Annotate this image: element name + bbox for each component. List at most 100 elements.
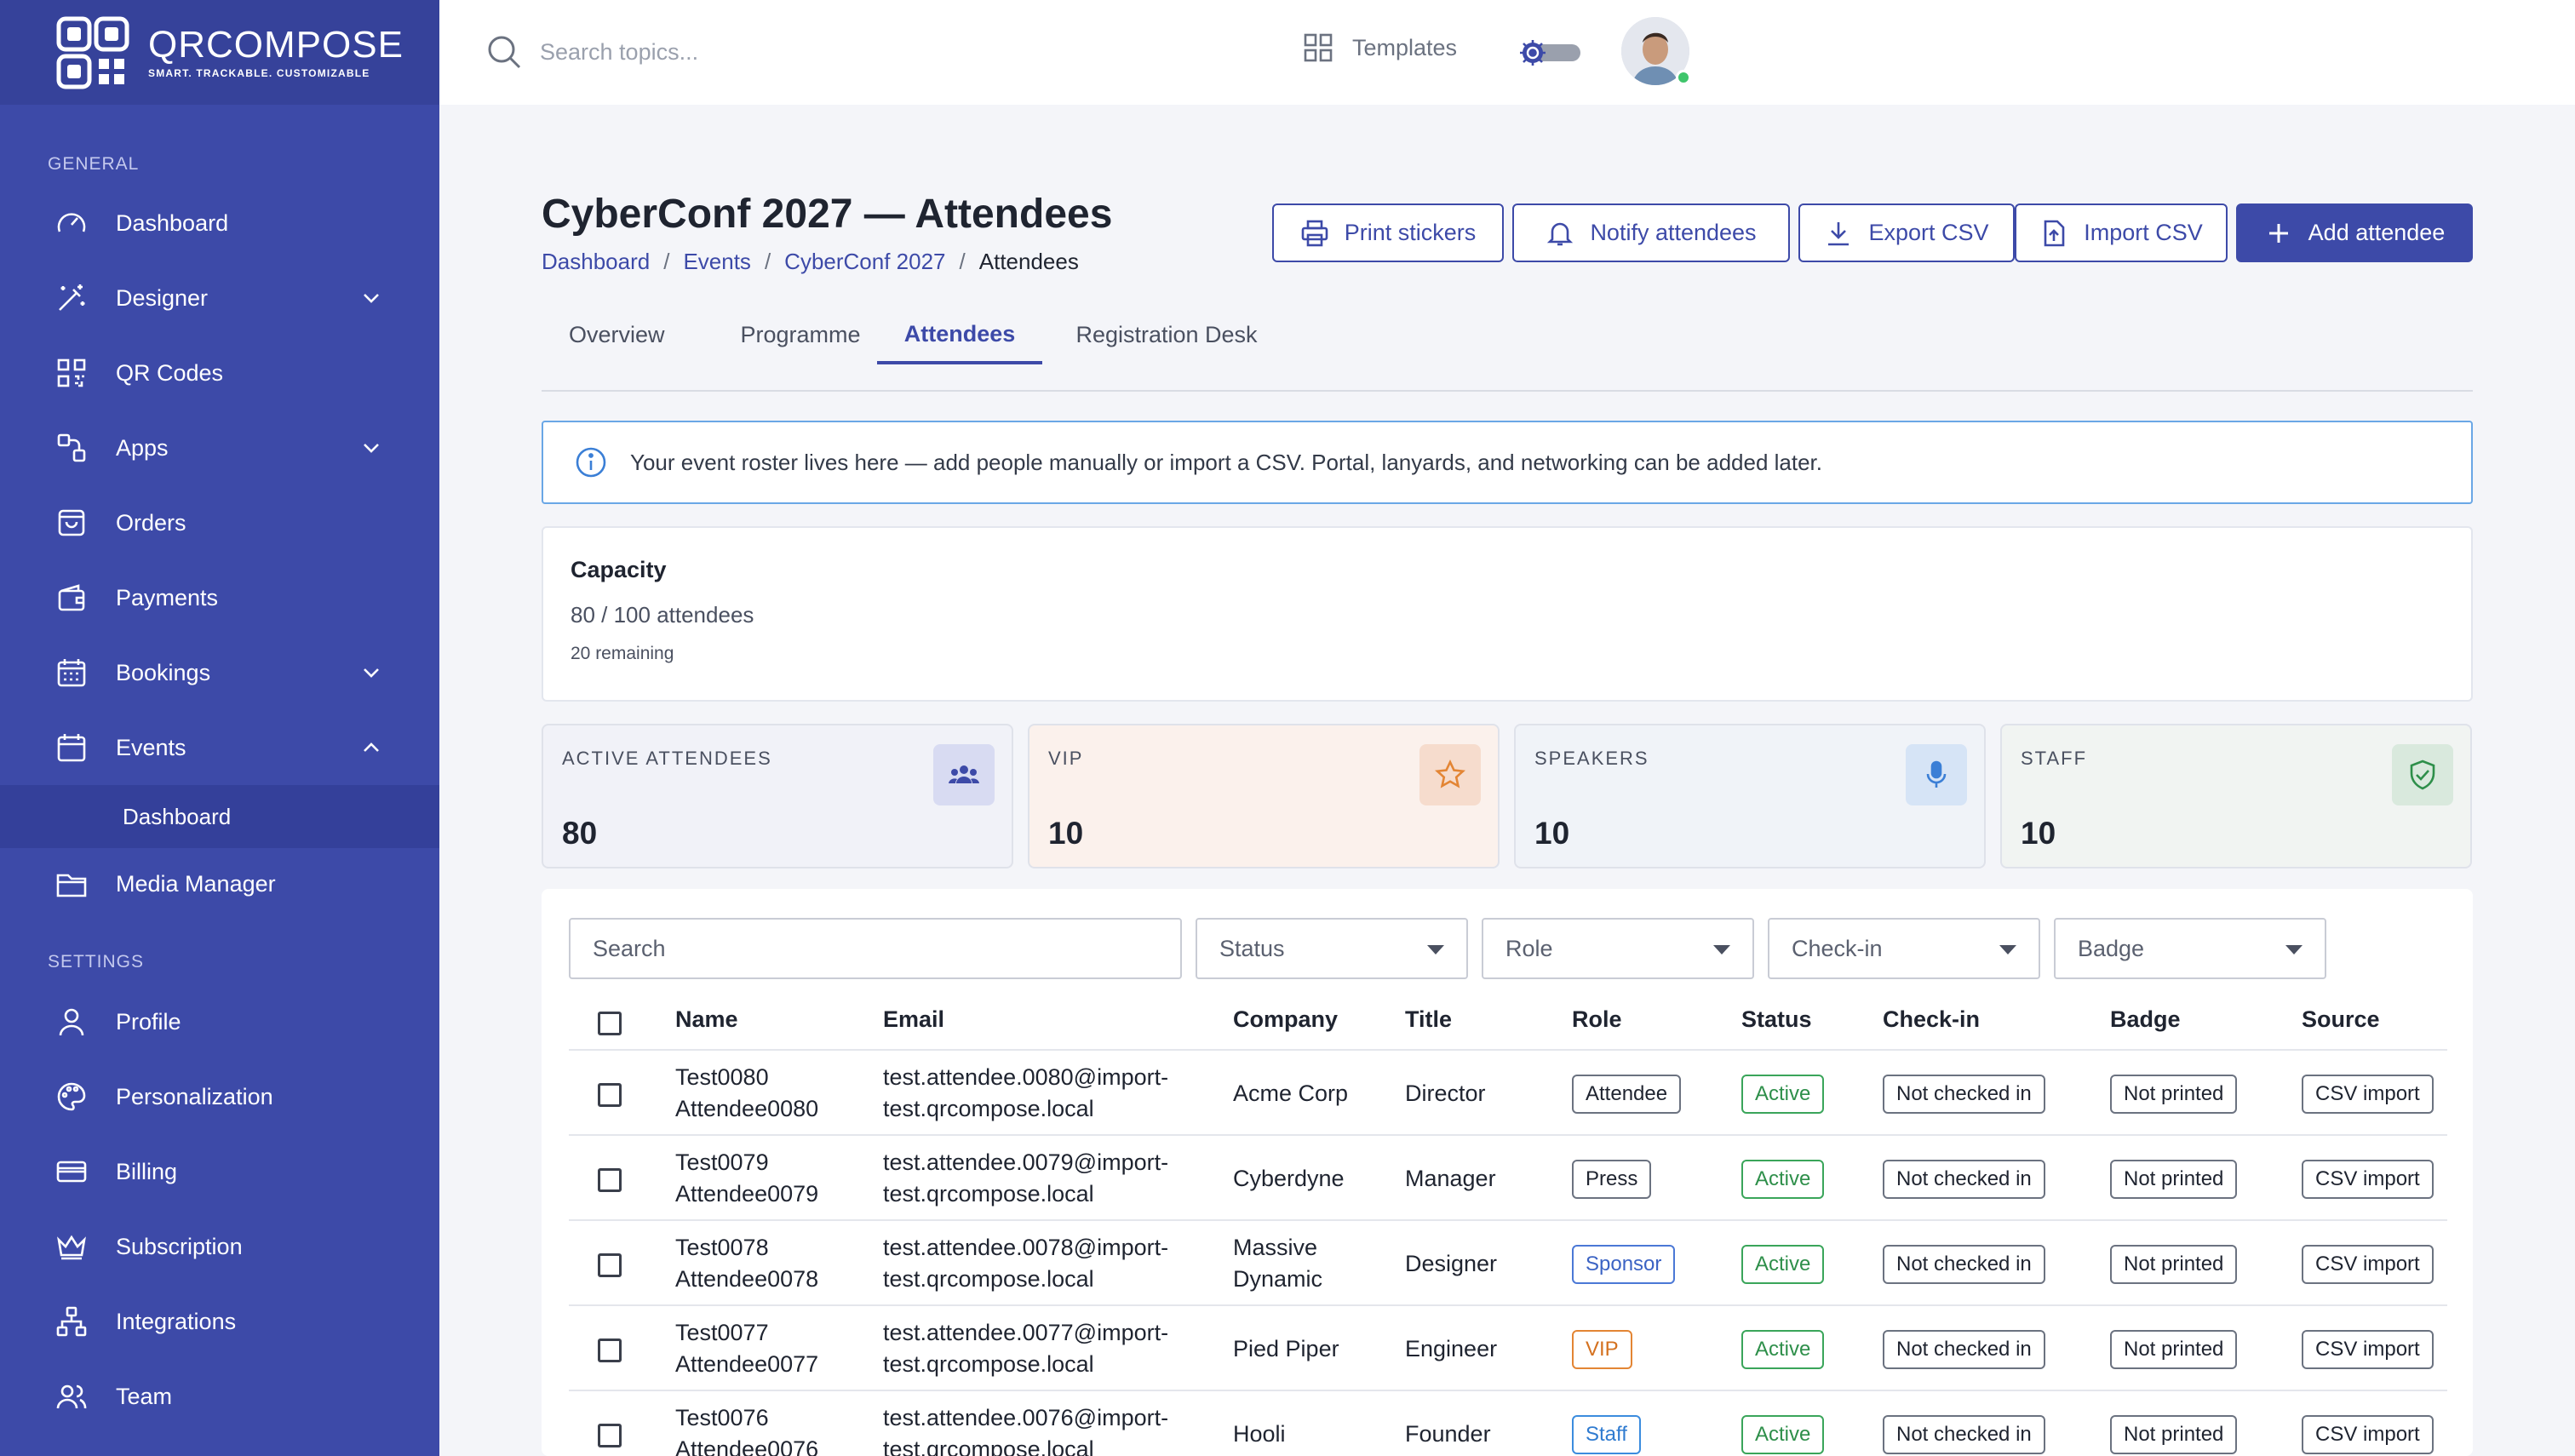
sidebar-item-orders[interactable]: Orders — [0, 485, 439, 560]
attendee-last-name: Attendee0080 — [675, 1096, 819, 1121]
checkin-badge: Not checked in — [1883, 1075, 2045, 1114]
chevron-down-icon[interactable] — [359, 661, 383, 685]
job-title: Engineer — [1405, 1336, 1498, 1361]
column-header-email[interactable]: Email — [883, 1006, 944, 1033]
badge-filter-select[interactable]: Badge — [2054, 918, 2326, 979]
sidebar-item-events[interactable]: Events — [0, 710, 439, 785]
templates-button[interactable]: Templates — [1303, 32, 1457, 63]
email-line-2: test.qrcompose.local — [883, 1181, 1094, 1207]
attendee-last-name: Attendee0078 — [675, 1266, 819, 1292]
source-badge: CSV import — [2302, 1415, 2434, 1454]
email-line-2: test.qrcompose.local — [883, 1436, 1094, 1456]
print-stickers-button[interactable]: Print stickers — [1272, 203, 1504, 262]
sidebar-subitem-events-dashboard[interactable]: Dashboard — [0, 785, 439, 848]
column-header-role[interactable]: Role — [1572, 1006, 1622, 1033]
source-badge: CSV import — [2302, 1160, 2434, 1199]
sidebar-item-integrations[interactable]: Integrations — [0, 1284, 439, 1359]
user-icon — [54, 1005, 89, 1039]
company: Hooli — [1233, 1421, 1286, 1447]
sidebar-item-label: Payments — [116, 584, 219, 610]
sidebar-item-dashboard[interactable]: Dashboard — [0, 186, 439, 261]
tab-programme[interactable]: Programme — [724, 307, 877, 363]
tab-attendees[interactable]: Attendees — [877, 307, 1042, 364]
status-badge: Active — [1741, 1245, 1825, 1284]
templates-label: Templates — [1352, 34, 1458, 60]
column-header-checkin[interactable]: Check-in — [1883, 1006, 1980, 1033]
export-csv-button[interactable]: Export CSV — [1798, 203, 2015, 262]
checkin-badge: Not checked in — [1883, 1160, 2045, 1199]
column-header-company[interactable]: Company — [1233, 1006, 1338, 1033]
chevron-down-icon[interactable] — [359, 436, 383, 460]
tab-registration-desk[interactable]: Registration Desk — [1058, 307, 1276, 363]
row-checkbox[interactable] — [598, 1083, 622, 1107]
chevron-up-icon[interactable] — [359, 736, 383, 760]
import-csv-label: Import CSV — [2084, 220, 2203, 245]
column-header-title[interactable]: Title — [1405, 1006, 1452, 1033]
sidebar-item-qr-codes[interactable]: QR Codes — [0, 335, 439, 410]
sidebar: QRCOMPOSE SMART. TRACKABLE. CUSTOMIZABLE… — [0, 0, 439, 1456]
sidebar-item-label: Subscription — [116, 1233, 243, 1259]
sun-icon — [1520, 40, 1546, 66]
sidebar-item-label: Orders — [116, 509, 186, 536]
sidebar-item-subscription[interactable]: Subscription — [0, 1209, 439, 1284]
status-badge: Active — [1741, 1415, 1825, 1454]
column-header-status[interactable]: Status — [1741, 1006, 1812, 1033]
capacity-card: Capacity 80 / 100 attendees 20 remaining — [542, 526, 2473, 702]
sidebar-item-label: Dashboard — [116, 209, 229, 236]
sidebar-item-bookings[interactable]: Bookings — [0, 635, 439, 710]
breadcrumb-dashboard[interactable]: Dashboard — [542, 249, 650, 275]
column-header-badge[interactable]: Badge — [2110, 1006, 2181, 1033]
download-icon — [1828, 221, 1850, 245]
status-badge: Active — [1741, 1160, 1825, 1199]
row-checkbox[interactable] — [598, 1253, 622, 1277]
sidebar-item-apps[interactable]: Apps — [0, 410, 439, 485]
attendee-last-name: Attendee0079 — [675, 1181, 819, 1207]
select-all-checkbox[interactable] — [598, 1012, 622, 1035]
row-checkbox[interactable] — [598, 1424, 622, 1447]
import-csv-button[interactable]: Import CSV — [2015, 203, 2228, 262]
print-stickers-label: Print stickers — [1344, 220, 1477, 245]
badge-status: Not printed — [2110, 1415, 2238, 1454]
add-attendee-label: Add attendee — [2308, 220, 2446, 245]
wallet-icon — [54, 581, 89, 615]
breadcrumb-separator: / — [959, 249, 966, 274]
source-badge: CSV import — [2302, 1245, 2434, 1284]
notify-attendees-label: Notify attendees — [1590, 220, 1757, 245]
notify-attendees-button[interactable]: Notify attendees — [1512, 203, 1790, 262]
checkin-filter-select[interactable]: Check-in — [1768, 918, 2040, 979]
credit-card-icon — [54, 1155, 89, 1189]
role-badge: VIP — [1572, 1330, 1632, 1369]
job-title: Director — [1405, 1081, 1486, 1106]
sidebar-item-personalization[interactable]: Personalization — [0, 1059, 439, 1134]
breadcrumb-events[interactable]: Events — [683, 249, 751, 275]
dropdown-caret-icon — [1427, 945, 1444, 954]
row-checkbox[interactable] — [598, 1338, 622, 1362]
column-header-source[interactable]: Source — [2302, 1006, 2380, 1033]
badge-status: Not printed — [2110, 1075, 2238, 1114]
sidebar-item-billing[interactable]: Billing — [0, 1134, 439, 1209]
sidebar-item-team[interactable]: Team — [0, 1359, 439, 1434]
topic-search-input[interactable] — [540, 32, 1136, 72]
attendee-search-input[interactable]: Search — [569, 918, 1182, 979]
sidebar-item-payments[interactable]: Payments — [0, 560, 439, 635]
sidebar-item-label: Events — [116, 734, 186, 760]
row-checkbox[interactable] — [598, 1168, 622, 1192]
sidebar-item-profile[interactable]: Profile — [0, 984, 439, 1059]
attendee-last-name: Attendee0076 — [675, 1436, 819, 1456]
status-filter-select[interactable]: Status — [1196, 918, 1468, 979]
company: Acme Corp — [1233, 1081, 1349, 1106]
role-filter-select[interactable]: Role — [1482, 918, 1754, 979]
sidebar-item-media-manager[interactable]: Media Manager — [0, 846, 439, 921]
brand[interactable]: QRCOMPOSE SMART. TRACKABLE. CUSTOMIZABLE — [0, 0, 439, 105]
tab-overview[interactable]: Overview — [542, 307, 665, 363]
chevron-down-icon[interactable] — [359, 286, 383, 310]
company: Cyberdyne — [1233, 1166, 1345, 1191]
add-attendee-button[interactable]: Add attendee — [2236, 203, 2473, 262]
badge-status: Not printed — [2110, 1160, 2238, 1199]
theme-toggle[interactable] — [1516, 37, 1584, 68]
sidebar-item-designer[interactable]: Designer — [0, 261, 439, 335]
column-header-name[interactable]: Name — [675, 1006, 738, 1033]
event-tabs: Overview Programme Attendees Registratio… — [542, 307, 2473, 392]
breadcrumb-event[interactable]: CyberConf 2027 — [784, 249, 945, 275]
tab-programme-label: Programme — [740, 321, 861, 347]
